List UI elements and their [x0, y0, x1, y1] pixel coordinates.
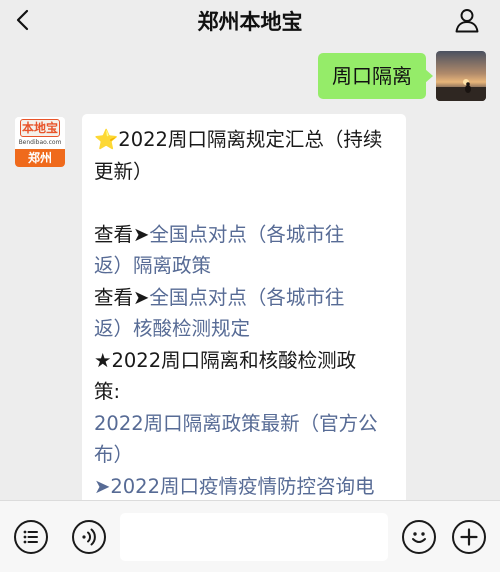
sunset-photo-avatar-image — [436, 51, 486, 101]
input-bar — [0, 500, 500, 572]
brand-logo-city: 郑州 — [15, 149, 65, 167]
item2-line-2: 返）核酸检测规定 — [94, 313, 394, 345]
plus-icon — [460, 528, 478, 546]
message-title-line-2: 更新） — [94, 159, 153, 183]
menu-icon — [23, 530, 38, 544]
item4-line: ➤2022周口疫情疫情防控咨询电 — [94, 474, 375, 498]
user-icon[interactable] — [454, 7, 480, 33]
menu-button[interactable] — [14, 520, 48, 554]
item3-line: 2022周口隔离政策最新（官方公 — [94, 408, 394, 440]
national-test-rules-link[interactable]: 全国点对点（各城市往 — [149, 286, 344, 309]
chat-area[interactable]: 周口隔离 本地宝 Bendibao.com 郑州 ⭐2022周口隔离规定汇总（持… — [0, 40, 500, 500]
emoji-button[interactable] — [402, 520, 436, 554]
item1-line: 查看➤全国点对点（各城市往 — [94, 222, 345, 246]
page-title: 郑州本地宝 — [197, 10, 303, 34]
incoming-message-bubble[interactable]: ⭐2022周口隔离规定汇总（持续 更新） 查看➤全国点对点（各城市往 返）隔离政… — [82, 114, 406, 500]
brand-logo-url: Bendibao.com — [18, 139, 62, 146]
outgoing-message-bubble[interactable]: 周口隔离 — [318, 53, 433, 99]
zhoukou-latest-policy-link-cont[interactable]: 布） — [94, 443, 133, 466]
logo-top: 本地宝 Bendibao.com — [15, 117, 65, 149]
zhoukou-latest-policy-link[interactable]: 2022周口隔离政策最新（官方公 — [94, 412, 378, 435]
national-quarantine-policy-link-cont[interactable]: 返）隔离政策 — [94, 254, 211, 277]
item1-line-2: 返）隔离政策 — [94, 250, 394, 282]
item3-line-2: 布） — [94, 439, 394, 471]
emoji-icon — [412, 532, 426, 543]
national-quarantine-policy-link[interactable]: 全国点对点（各城市往 — [149, 223, 344, 246]
section-heading-line-2: 策: — [94, 380, 121, 403]
voice-icon — [82, 528, 96, 546]
my-avatar[interactable] — [436, 51, 486, 101]
sender-avatar[interactable]: 本地宝 Bendibao.com 郑州 — [15, 117, 65, 167]
national-test-rules-link-cont[interactable]: 返）核酸检测规定 — [94, 317, 250, 340]
hotline-link[interactable]: 2022周口疫情疫情防控咨询电 — [110, 475, 374, 498]
outgoing-message-text: 周口隔离 — [332, 64, 412, 88]
star-icon: ⭐ — [94, 128, 119, 151]
item2-line: 查看➤全国点对点（各城市往 — [94, 285, 345, 309]
message-title-line: ⭐2022周口隔离规定汇总（持续 — [94, 128, 383, 151]
brand-logo-text: 本地宝 — [20, 119, 60, 137]
message-input[interactable] — [120, 513, 388, 561]
section-heading-line: ★2022周口隔离和核酸检测政 — [94, 348, 357, 372]
top-bar: 郑州本地宝 — [0, 0, 500, 40]
voice-button[interactable] — [72, 520, 106, 554]
more-button[interactable] — [452, 520, 486, 554]
